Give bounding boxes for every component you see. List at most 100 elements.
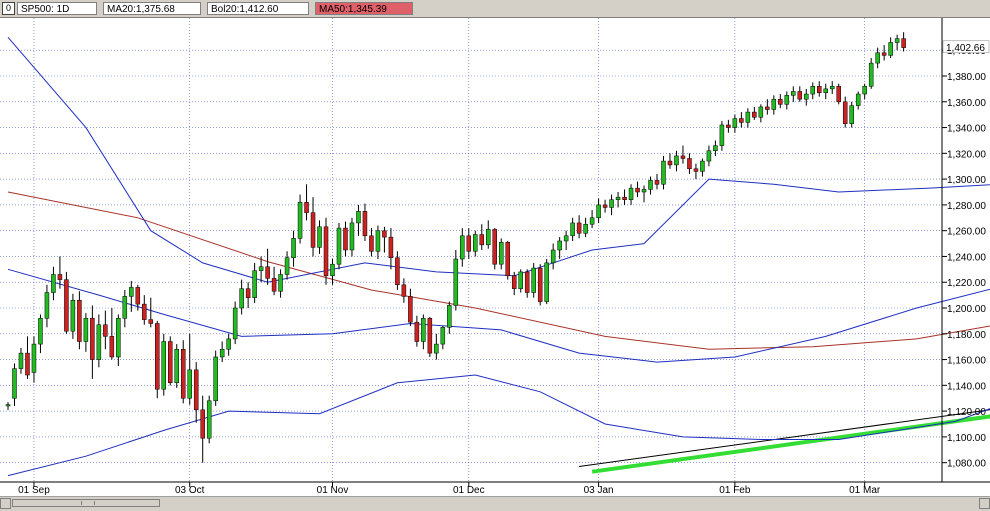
candle-down [25, 352, 30, 376]
candle-up [317, 226, 322, 248]
candle-down [135, 287, 141, 305]
candle-up [570, 222, 575, 237]
candle-up [219, 348, 225, 358]
scrollbar-thumb[interactable] [12, 499, 160, 507]
candle-down [271, 278, 277, 292]
chart-menu-button[interactable]: 0 [2, 2, 15, 15]
y-tick-label: 1,180.00 [947, 330, 986, 341]
candle-up [447, 305, 452, 328]
y-tick-label: 1,300.00 [947, 175, 986, 186]
chart-header-bar: 0 SP500: 1D MA20:1,375.68 Bol20:1,412.60… [0, 0, 990, 18]
candle-down [752, 111, 757, 118]
y-tick-label: 1,220.00 [947, 278, 986, 289]
candle-up [330, 263, 335, 277]
candle-up [486, 229, 491, 246]
candle-down [505, 242, 510, 277]
candle-down [687, 158, 692, 170]
candle-up [596, 204, 601, 219]
candle-up [473, 234, 478, 252]
candle-down [90, 318, 95, 360]
candle-up [434, 343, 439, 354]
candle-down [265, 266, 270, 279]
candle-up [583, 223, 588, 234]
scroll-right-button[interactable] [979, 498, 990, 509]
candle-up [849, 105, 854, 124]
x-tick-label: 03 Jan [584, 485, 614, 496]
candle-up [661, 160, 666, 185]
candle-up [239, 288, 244, 309]
candle-down [304, 202, 309, 213]
candle-up [719, 124, 725, 146]
candle-down [142, 303, 147, 320]
y-tick-label: 1,280.00 [947, 201, 986, 212]
candle-down [64, 279, 69, 332]
candle-up [745, 111, 751, 123]
scroll-left-button[interactable] [0, 498, 11, 509]
candle-up [336, 227, 342, 265]
candle-down [193, 369, 199, 411]
candle-down [836, 86, 841, 103]
candle-down [168, 341, 173, 384]
candle-up [349, 222, 355, 251]
candle-down [881, 52, 887, 56]
y-tick-label: 1,320.00 [947, 149, 986, 160]
x-tick-label: 01 Sep [18, 485, 50, 496]
candle-up [375, 230, 381, 252]
candle-up [531, 267, 536, 293]
horizontal-scrollbar[interactable] [0, 496, 990, 511]
candle-down [576, 222, 582, 234]
candle-up [713, 145, 718, 152]
candle-up [829, 86, 835, 90]
candle-up [453, 258, 459, 306]
candle-down [693, 168, 699, 172]
x-tick-label: 01 Nov [317, 485, 349, 496]
candle-up [213, 356, 218, 402]
candle-down [667, 160, 673, 166]
bol20-label: Bol20:1,412.60 [207, 2, 309, 15]
candle-up [674, 155, 679, 166]
candle-down [602, 204, 608, 208]
candlestick-chart: 1,080.00 1,100.00 1,120.00 1,140.00 1,160.00… [0, 18, 990, 496]
candle-up [70, 300, 76, 332]
candle-down [778, 98, 783, 105]
candle-up [356, 211, 361, 224]
y-tick-label: 1,100.00 [947, 433, 986, 444]
candle-down [427, 318, 433, 354]
last-price-marker: 1,402.66 [942, 40, 990, 54]
candle-up [460, 235, 465, 260]
x-tick-label: 01 Dec [453, 485, 485, 496]
y-tick-label: 1,240.00 [947, 252, 986, 263]
candle-up [252, 270, 257, 298]
candle-up [12, 368, 17, 399]
candle-up [284, 257, 290, 275]
candle-down [109, 336, 115, 358]
candle-up [855, 93, 861, 106]
ma20-label: MA20:1,375.68 [103, 2, 201, 15]
y-tick-label: 1,340.00 [947, 124, 986, 135]
candle-down [414, 321, 420, 342]
candle-up [291, 238, 296, 258]
candle-down [466, 235, 472, 252]
y-tick-label: 1,360.00 [947, 98, 986, 109]
candle-up [648, 180, 653, 190]
candle-down [635, 187, 640, 193]
candle-up [875, 52, 880, 64]
candle-down [401, 284, 407, 297]
candle-down [245, 288, 251, 298]
candle-up [609, 199, 614, 208]
x-tick-label: 01 Feb [719, 485, 751, 496]
candle-up [51, 274, 56, 293]
candle-down [369, 235, 374, 252]
candle-up [810, 86, 816, 95]
candle-down [200, 409, 205, 439]
candle-up [518, 271, 523, 289]
y-axis-ticks: 1,080.00 1,100.00 1,120.00 1,140.00 1,160.00… [942, 46, 986, 470]
candle-up [758, 106, 764, 118]
candle-up [784, 95, 790, 105]
candle-up [804, 93, 809, 100]
candle-up [5, 404, 11, 407]
candle-down [77, 300, 82, 342]
candle-up [18, 352, 24, 369]
candle-down [408, 296, 413, 323]
y-tick-label: 1,200.00 [947, 304, 986, 315]
